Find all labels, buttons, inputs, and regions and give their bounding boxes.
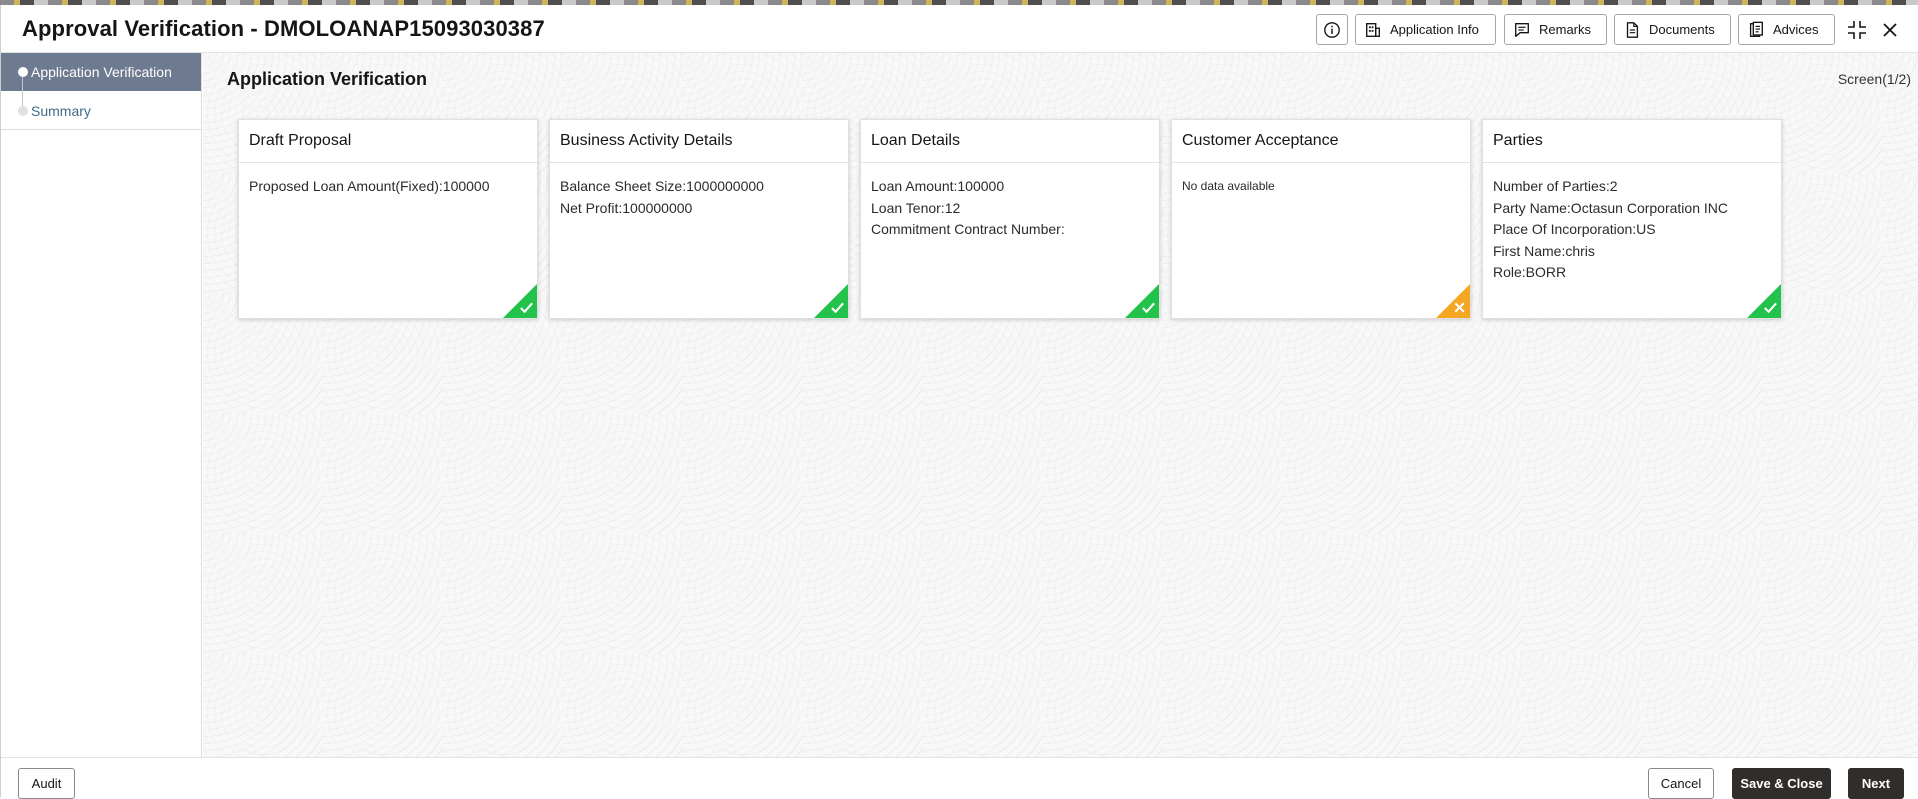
main-content: Application Verification Screen(1/2) Dra… [203,53,1918,757]
info-button[interactable] [1316,14,1348,45]
status-badge [814,284,848,318]
card-body: Proposed Loan Amount(Fixed):100000 [239,163,537,198]
remarks-button[interactable]: Remarks [1504,14,1607,45]
card-body: No data available [1172,163,1470,193]
section-title: Application Verification [227,69,428,89]
sidebar-item-application-verification[interactable]: Application Verification [1,53,201,91]
document-icon [1626,21,1639,38]
footer-bar: Audit Cancel Save & Close Next [1,757,1918,799]
card-draft-proposal[interactable]: Draft Proposal Proposed Loan Amount(Fixe… [238,119,538,319]
check-icon [1764,302,1777,314]
header-bar: Approval Verification - DMOLOANAP1509303… [1,5,1918,53]
check-icon [520,302,533,314]
card-body: Loan Amount:100000 Loan Tenor:12 Commitm… [861,163,1159,241]
advices-label: Advices [1773,22,1819,37]
documents-label: Documents [1649,22,1715,37]
status-badge [1747,284,1781,318]
card-line: First Name:chris [1493,242,1595,259]
step-pending-icon [18,106,28,116]
sidebar-item-summary[interactable]: Summary [1,92,201,130]
info-icon [1324,21,1340,38]
check-icon [831,302,844,314]
card-line: Party Name:Octasun Corporation INC [1493,199,1728,216]
comment-icon [1515,22,1529,37]
close-icon[interactable] [1879,19,1901,41]
card-body: Balance Sheet Size:1000000000 Net Profit… [550,163,848,219]
card-body: Number of Parties:2 Party Name:Octasun C… [1483,163,1781,284]
card-line: Balance Sheet Size:1000000000 [560,178,764,194]
documents-button[interactable]: Documents [1614,14,1731,45]
status-badge [1436,284,1470,318]
sidebar-item-label: Application Verification [31,64,172,80]
sidebar-item-label: Summary [31,102,91,119]
screen-counter: Screen(1/2) [1837,71,1911,87]
building-icon [1366,22,1380,37]
card-line: Commitment Contract Number: [871,221,1065,237]
status-badge [1125,284,1159,318]
cross-icon [1454,302,1465,313]
no-data-text: No data available [1182,179,1275,193]
card-business-activity-details[interactable]: Business Activity Details Balance Sheet … [549,119,849,319]
card-line: Net Profit:100000000 [560,199,693,216]
card-title: Customer Acceptance [1172,120,1470,163]
remarks-label: Remarks [1539,22,1592,37]
card-loan-details[interactable]: Loan Details Loan Amount:100000 Loan Ten… [860,119,1160,319]
card-line: Role:BORR [1493,264,1567,280]
step-active-icon [18,67,28,77]
card-customer-acceptance[interactable]: Customer Acceptance No data available [1171,119,1471,319]
card-line: Place Of Incorporation:US [1493,221,1656,237]
advices-button[interactable]: Advices [1738,14,1835,45]
status-badge [503,284,537,318]
card-parties[interactable]: Parties Number of Parties:2 Party Name:O… [1482,119,1782,319]
card-line: Loan Tenor:12 [871,199,961,216]
collapse-window-icon[interactable] [1846,19,1868,41]
audit-button[interactable]: Audit [18,768,75,799]
approval-verification-window: Approval Verification - DMOLOANAP1509303… [0,5,1918,799]
card-line: Number of Parties:2 [1493,178,1618,194]
card-title: Parties [1483,120,1781,163]
card-line: Loan Amount:100000 [871,178,1005,194]
check-icon [1142,302,1155,314]
page-title: Approval Verification - DMOLOANAP1509303… [22,16,545,41]
card-title: Draft Proposal [239,120,537,163]
sidebar-navigation: Application Verification Summary [1,53,202,757]
application-info-label: Application Info [1390,22,1479,37]
card-title: Loan Details [861,120,1159,163]
cancel-button[interactable]: Cancel [1648,768,1714,799]
advices-icon [1749,21,1763,37]
next-button[interactable]: Next [1848,768,1904,799]
save-and-close-button[interactable]: Save & Close [1732,768,1831,799]
card-line: Proposed Loan Amount(Fixed):100000 [249,178,490,194]
card-title: Business Activity Details [550,120,848,163]
application-info-button[interactable]: Application Info [1355,14,1496,45]
